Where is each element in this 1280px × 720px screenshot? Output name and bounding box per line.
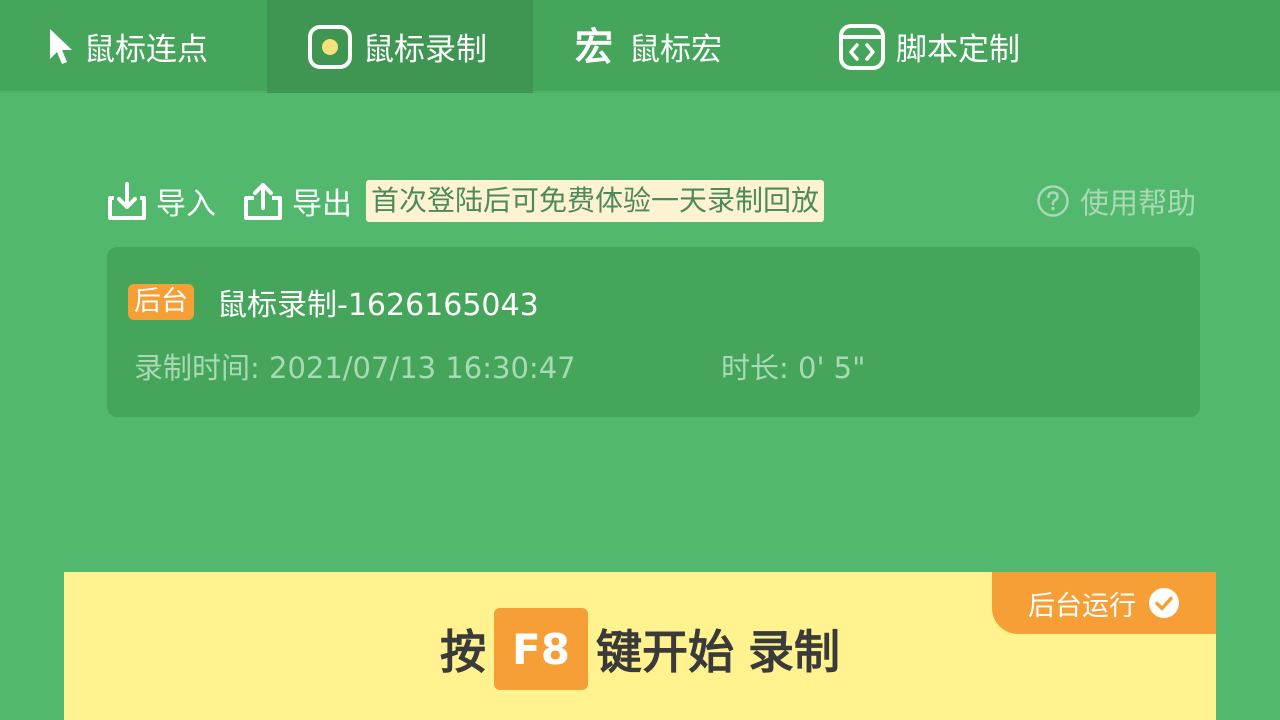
import-icon: [106, 180, 148, 222]
macro-glyph-icon: 宏: [575, 24, 614, 69]
code-window-icon: [838, 23, 886, 71]
recording-duration: 时长: 0' 5": [721, 351, 866, 385]
record-dot-icon: [307, 24, 353, 70]
import-label: 导入: [156, 187, 216, 222]
export-icon: [242, 180, 284, 222]
background-tag-badge: 后台: [128, 284, 194, 320]
help-circle-icon: [1036, 184, 1070, 218]
import-button[interactable]: 导入: [106, 179, 216, 223]
toolbar: 导入 导出 首次登陆后可免费体验一天录制回放 使用帮助: [106, 176, 1200, 226]
tab-label: 鼠标录制: [363, 32, 487, 68]
tab-mouse-click[interactable]: 鼠标连点: [46, 0, 208, 93]
tab-label: 脚本定制: [896, 32, 1020, 68]
recording-time: 录制时间: 2021/07/13 16:30:47: [134, 351, 576, 385]
help-button[interactable]: 使用帮助: [1036, 176, 1196, 226]
promo-banner: 首次登陆后可免费体验一天录制回放: [366, 180, 825, 222]
recording-name: 鼠标录制-1626165043: [217, 288, 539, 323]
hint-prefix: 按: [440, 625, 486, 679]
top-navigation: 鼠标连点 鼠标录制 宏 鼠标宏 脚本定制: [0, 0, 1280, 93]
start-record-panel: 后台运行 按 F8 键开始 录制: [64, 572, 1216, 720]
hint-suffix: 录制: [748, 625, 840, 679]
start-hint: 按 F8 键开始 录制: [64, 608, 1216, 690]
tab-mouse-record[interactable]: 鼠标录制: [267, 0, 533, 93]
recording-item[interactable]: 后台 鼠标录制-1626165043 录制时间: 2021/07/13 16:3…: [107, 247, 1200, 417]
cursor-arrow-icon: [46, 27, 74, 67]
tab-script-custom[interactable]: 脚本定制: [838, 0, 1020, 93]
app-window: 鼠标连点 鼠标录制 宏 鼠标宏 脚本定制 导入 导出 首次登陆后可免费体验一天录…: [0, 0, 1280, 720]
export-button[interactable]: 导出: [242, 179, 352, 223]
hotkey-badge: F8: [494, 608, 588, 690]
hint-middle: 键开始: [596, 625, 734, 679]
tab-label: 鼠标宏: [629, 32, 723, 68]
tab-label: 鼠标连点: [84, 32, 208, 68]
export-label: 导出: [292, 187, 352, 222]
help-label: 使用帮助: [1079, 186, 1196, 220]
tab-mouse-macro[interactable]: 宏 鼠标宏: [575, 0, 722, 93]
